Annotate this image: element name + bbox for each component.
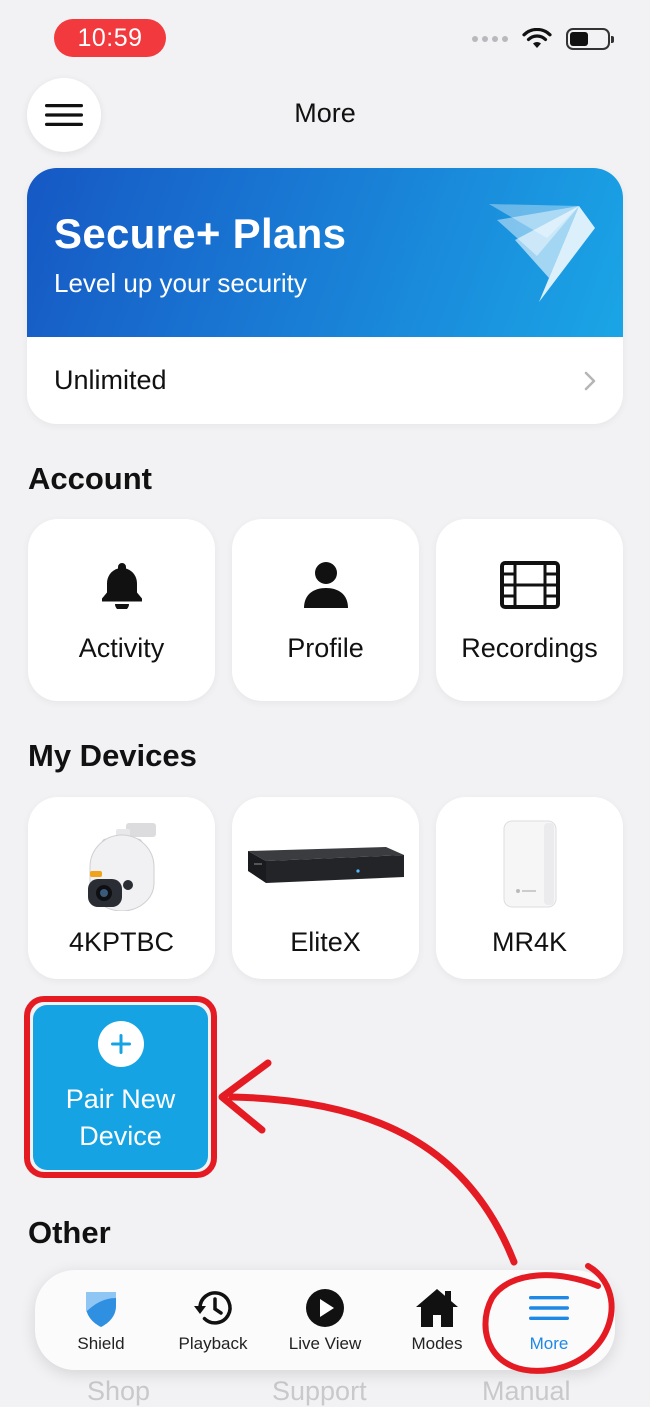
status-time: 10:59 [54,19,166,57]
nvr-recorder-image [247,847,404,883]
tab-bar: Shield Playback Live View Modes More [35,1270,615,1370]
recordings-label: Recordings [461,633,598,663]
shop-link[interactable]: Shop [87,1376,150,1407]
tab-live-view-label: Live View [288,1334,362,1353]
film-icon [499,561,560,609]
recordings-tile[interactable]: Recordings [436,519,623,701]
battery-icon [566,28,614,50]
device-tile-4kptbc[interactable]: 4KPTBC [28,797,215,979]
brand-logo-icon [489,204,595,302]
other-heading: Other [28,1215,111,1250]
promo-subtitle: Level up your security [54,268,307,298]
activity-tile[interactable]: Activity [28,519,215,701]
status-icons [472,28,614,50]
account-heading: Account [28,461,152,496]
shield-icon [86,1292,116,1327]
profile-tile[interactable]: Profile [232,519,419,701]
activity-label: Activity [78,633,165,663]
tab-live-view[interactable]: Live View [271,1286,379,1354]
chevron-right-icon [584,371,596,390]
device-label-elitex: EliteX [290,927,361,957]
tab-shield-label: Shield [77,1334,125,1353]
plan-row[interactable]: Unlimited [27,337,623,424]
tab-playback[interactable]: Playback [159,1286,267,1354]
devices-heading: My Devices [28,738,197,773]
plan-label: Unlimited [54,365,167,395]
home-icon [416,1289,458,1327]
manual-link[interactable]: Manual [482,1376,571,1407]
tab-more[interactable]: More [495,1286,603,1354]
support-link[interactable]: Support [272,1376,367,1407]
tab-modes[interactable]: Modes [383,1286,491,1354]
secure-plans-card[interactable]: Secure+ Plans Level up your security Unl… [27,168,623,424]
tab-more-label: More [529,1334,569,1353]
pair-new-device-button[interactable]: Pair New Device [33,1005,208,1170]
wifi-icon [522,28,552,48]
person-icon [303,562,348,608]
router-image [503,820,556,908]
pair-new-device-label: Pair New Device [65,1084,176,1151]
device-tile-mr4k[interactable]: MR4K [436,797,623,979]
page-title: More [294,98,356,128]
tab-modes-label: Modes [411,1334,463,1353]
annotation-arrowhead [218,1059,272,1134]
history-icon [194,1291,232,1325]
promo-banner[interactable]: Secure+ Plans Level up your security [27,168,623,337]
ptz-camera-image [87,823,156,911]
device-label-mr4k: MR4K [491,927,567,957]
annotation-arrow [228,1093,518,1266]
device-tile-elitex[interactable]: EliteX [232,797,419,979]
tab-shield[interactable]: Shield [47,1286,155,1354]
menu-icon [529,1296,569,1320]
play-circle-icon [306,1289,344,1327]
tab-playback-label: Playback [178,1334,248,1353]
plus-icon [97,1021,144,1067]
bell-icon [101,563,142,609]
promo-title: Secure+ Plans [54,210,347,257]
device-label-4kptbc: 4KPTBC [68,927,175,957]
cellular-signal-icon [472,36,508,42]
profile-label: Profile [287,633,364,663]
